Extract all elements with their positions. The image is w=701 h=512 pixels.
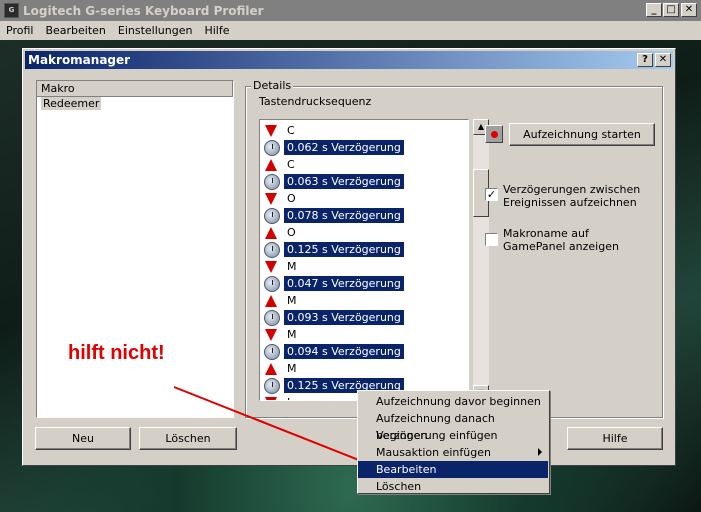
key-down-arrow-icon <box>265 396 277 400</box>
delay-label: 0.063 s Verzögerung <box>284 174 404 189</box>
context-menu-item[interactable]: Aufzeichnung davor beginnen <box>358 393 548 410</box>
sequence-item[interactable]: O <box>264 224 296 241</box>
delay-label: 0.094 s Verzögerung <box>284 344 404 359</box>
delay-label: 0.078 s Verzögerung <box>284 208 404 223</box>
key-label: O <box>287 226 296 239</box>
key-down-arrow-icon <box>265 260 277 273</box>
record-delays-label: Verzögerungen zwischen Ereignissen aufze… <box>503 183 641 209</box>
key-label: O <box>287 192 296 205</box>
delay-clock-icon <box>264 343 280 360</box>
macro-list-item[interactable]: Redeemer <box>37 97 233 111</box>
sequence-item[interactable]: 0.063 s Verzögerung <box>264 173 404 190</box>
context-menu-item[interactable]: Bearbeiten <box>358 461 548 478</box>
key-down-arrow-icon <box>265 328 277 341</box>
delay-label: 0.125 s Verzögerung <box>284 242 404 257</box>
record-delays-checkbox[interactable]: ✓ <box>485 188 498 201</box>
sequence-item[interactable]: 0.094 s Verzögerung <box>264 343 404 360</box>
gamepanel-label: Makroname auf GamePanel anzeigen <box>503 227 619 253</box>
delay-label: 0.093 s Verzögerung <box>284 310 404 325</box>
start-recording-button[interactable]: Aufzeichnung starten <box>509 123 655 146</box>
delay-clock-icon <box>264 207 280 224</box>
key-up-arrow-icon <box>265 226 277 239</box>
help-button[interactable]: Hilfe <box>567 427 663 450</box>
delay-clock-icon <box>264 309 280 326</box>
context-menu-item[interactable]: Aufzeichnung danach beginnen <box>358 410 548 442</box>
delete-macro-button[interactable]: Löschen <box>139 427 237 450</box>
delay-clock-icon <box>264 377 280 394</box>
key-label: C <box>287 158 295 171</box>
context-menu-item-label: Mausaktion einfügen <box>376 446 491 459</box>
dialog-title-bar: Makromanager ? ✕ <box>25 51 673 69</box>
menu-profil[interactable]: Profil <box>0 24 39 37</box>
sequence-item[interactable]: M <box>264 360 297 377</box>
context-menu-item-label: Verzögerung einfügen <box>376 429 498 442</box>
delay-label: 0.047 s Verzögerung <box>284 276 404 291</box>
sequence-item[interactable]: I <box>264 394 290 400</box>
menu-einstellungen[interactable]: Einstellungen <box>112 24 199 37</box>
macro-manager-dialog: Makromanager ? ✕ Makro Redeemer Details … <box>22 48 676 466</box>
delay-clock-icon <box>264 173 280 190</box>
sequence-item[interactable]: 0.047 s Verzögerung <box>264 275 404 292</box>
sequence-item[interactable]: 0.062 s Verzögerung <box>264 139 404 156</box>
sequence-item[interactable]: 0.125 s Verzögerung <box>264 241 404 258</box>
dialog-help-button[interactable]: ? <box>637 53 653 67</box>
record-icon <box>485 125 503 143</box>
close-button[interactable]: ✕ <box>681 3 697 17</box>
key-label: M <box>287 294 297 307</box>
menu-bar: Profil Bearbeiten Einstellungen Hilfe <box>0 21 701 40</box>
details-label: Details <box>251 79 294 92</box>
dialog-close-button[interactable]: ✕ <box>655 53 671 67</box>
sequence-scrollbar[interactable]: ▲ ▼ <box>473 119 489 401</box>
sequence-context-menu: Aufzeichnung davor beginnen Aufzeichnung … <box>357 390 550 494</box>
dialog-title: Makromanager <box>28 53 131 67</box>
sequence-item[interactable]: M <box>264 258 297 275</box>
app-title-bar: G Logitech G-series Keyboard Profiler _ … <box>0 0 701 21</box>
key-label: I <box>287 396 290 400</box>
sequence-item[interactable]: 0.093 s Verzögerung <box>264 309 404 326</box>
key-label: M <box>287 260 297 273</box>
sequence-item[interactable]: C <box>264 156 295 173</box>
sequence-item[interactable]: M <box>264 326 297 343</box>
delay-label: 0.062 s Verzögerung <box>284 140 404 155</box>
logitech-app-icon: G <box>4 3 19 18</box>
key-down-arrow-icon <box>265 124 277 137</box>
context-menu-item-label: Löschen <box>376 480 422 493</box>
sequence-label: Tastendrucksequenz <box>259 95 372 108</box>
app-title: Logitech G-series Keyboard Profiler <box>23 3 264 18</box>
sequence-item[interactable]: O <box>264 190 296 207</box>
context-menu-item[interactable]: Löschen <box>358 478 548 495</box>
macro-item-label: Redeemer <box>41 97 102 110</box>
sequence-item[interactable]: C <box>264 122 295 139</box>
macro-list-header[interactable]: Makro <box>37 81 233 97</box>
key-up-arrow-icon <box>265 294 277 307</box>
key-label: C <box>287 124 295 137</box>
minimize-button[interactable]: _ <box>646 3 662 17</box>
new-macro-button[interactable]: Neu <box>35 427 131 450</box>
submenu-arrow-icon <box>538 448 542 456</box>
sequence-item[interactable]: M <box>264 292 297 309</box>
context-menu-item[interactable]: Mausaktion einfügen <box>358 444 548 461</box>
sequence-item[interactable]: 0.078 s Verzögerung <box>264 207 404 224</box>
key-label: M <box>287 362 297 375</box>
annotation-text: hilft nicht! <box>68 342 165 364</box>
keystroke-sequence-list[interactable]: C 0.062 s Verzögerung C 0.063 s Verzögerung… <box>259 119 469 401</box>
maximize-button[interactable]: □ <box>663 3 679 17</box>
key-label: M <box>287 328 297 341</box>
delay-clock-icon <box>264 139 280 156</box>
key-up-arrow-icon <box>265 158 277 171</box>
context-menu-item-label: Bearbeiten <box>376 463 437 476</box>
context-menu-item[interactable]: Verzögerung einfügen <box>358 427 548 444</box>
menu-hilfe[interactable]: Hilfe <box>198 24 235 37</box>
macro-list[interactable]: Makro Redeemer <box>36 80 234 418</box>
menu-bearbeiten[interactable]: Bearbeiten <box>39 24 111 37</box>
key-down-arrow-icon <box>265 192 277 205</box>
context-menu-item-label: Aufzeichnung davor beginnen <box>376 395 541 408</box>
delay-clock-icon <box>264 241 280 258</box>
delay-clock-icon <box>264 275 280 292</box>
gamepanel-checkbox[interactable] <box>485 233 498 246</box>
key-up-arrow-icon <box>265 362 277 375</box>
